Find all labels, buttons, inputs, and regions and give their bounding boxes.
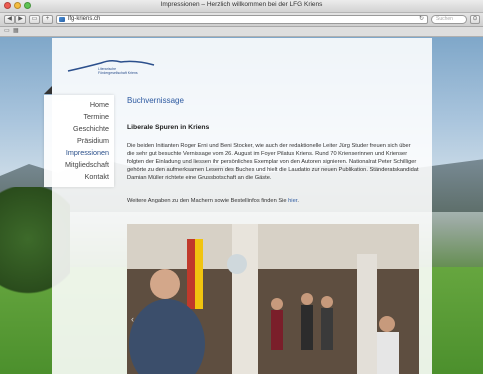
main-navigation: Home Termine Geschichte Präsidium Impres… bbox=[44, 95, 114, 187]
forward-button[interactable]: ▶ bbox=[15, 15, 26, 24]
top-sites-icon[interactable]: ▦ bbox=[13, 27, 19, 34]
event-photo-slider[interactable]: ‹ bbox=[127, 224, 419, 374]
nav-corner-decoration bbox=[44, 86, 52, 94]
more-info-suffix: . bbox=[297, 198, 299, 204]
share-icon: ▭ bbox=[31, 16, 38, 22]
nav-item-praesidium[interactable]: Präsidium bbox=[44, 135, 114, 147]
nav-item-geschichte[interactable]: Geschichte bbox=[44, 123, 114, 135]
favicon-icon bbox=[59, 17, 65, 22]
download-icon: ⊙ bbox=[472, 16, 478, 22]
search-input[interactable]: Suchen bbox=[431, 15, 467, 24]
share-button[interactable]: ▭ bbox=[29, 15, 40, 24]
nav-item-mitgliedschaft[interactable]: Mitgliedschaft bbox=[44, 159, 114, 171]
back-arrow-icon: ◀ bbox=[7, 16, 12, 22]
downloads-button[interactable]: ⊙ bbox=[470, 15, 480, 24]
nav-item-impressionen[interactable]: Impressionen bbox=[44, 147, 114, 159]
url-text: lfg-kriens.ch bbox=[68, 16, 101, 22]
logo-line2: Fördergesellschaft Kriens bbox=[98, 71, 138, 75]
reading-list-icon[interactable]: ▭ bbox=[4, 27, 10, 34]
event-photo bbox=[127, 224, 419, 374]
slider-prev-icon[interactable]: ‹ bbox=[131, 314, 134, 324]
reload-icon[interactable]: ↻ bbox=[419, 16, 424, 23]
article-body: Die beiden Initianten Roger Erni und Ben… bbox=[127, 143, 419, 181]
browser-toolbar: ◀ ▶ ▭ + lfg-kriens.ch ↻ Suchen ⊙ bbox=[0, 13, 483, 27]
site-logo[interactable]: Literarische Fördergesellschaft Kriens bbox=[66, 57, 166, 79]
article-title: Liberale Spuren in Kriens bbox=[127, 124, 210, 131]
bookmarks-bar: ▭ ▦ bbox=[0, 27, 483, 37]
nav-item-kontakt[interactable]: Kontakt bbox=[44, 171, 114, 183]
title-bar: Impressionen – Herzlich willkommen bei d… bbox=[0, 0, 483, 13]
nav-item-home[interactable]: Home bbox=[44, 99, 114, 111]
browser-window: Impressionen – Herzlich willkommen bei d… bbox=[0, 0, 483, 374]
window-title: Impressionen – Herzlich willkommen bei d… bbox=[160, 1, 323, 8]
more-info-prefix: Weitere Angaben zu den Machern sowie Bes… bbox=[127, 198, 289, 204]
more-info-text: Weitere Angaben zu den Machern sowie Bes… bbox=[127, 198, 419, 204]
back-button[interactable]: ◀ bbox=[4, 15, 15, 24]
nav-item-termine[interactable]: Termine bbox=[44, 111, 114, 123]
plus-icon: + bbox=[45, 16, 50, 22]
address-bar[interactable]: lfg-kriens.ch ↻ bbox=[56, 15, 428, 24]
section-title: Buchvernissage bbox=[127, 96, 184, 105]
add-bookmark-button[interactable]: + bbox=[42, 15, 53, 24]
more-info-link[interactable]: hier bbox=[288, 198, 297, 204]
forward-arrow-icon: ▶ bbox=[18, 16, 23, 22]
